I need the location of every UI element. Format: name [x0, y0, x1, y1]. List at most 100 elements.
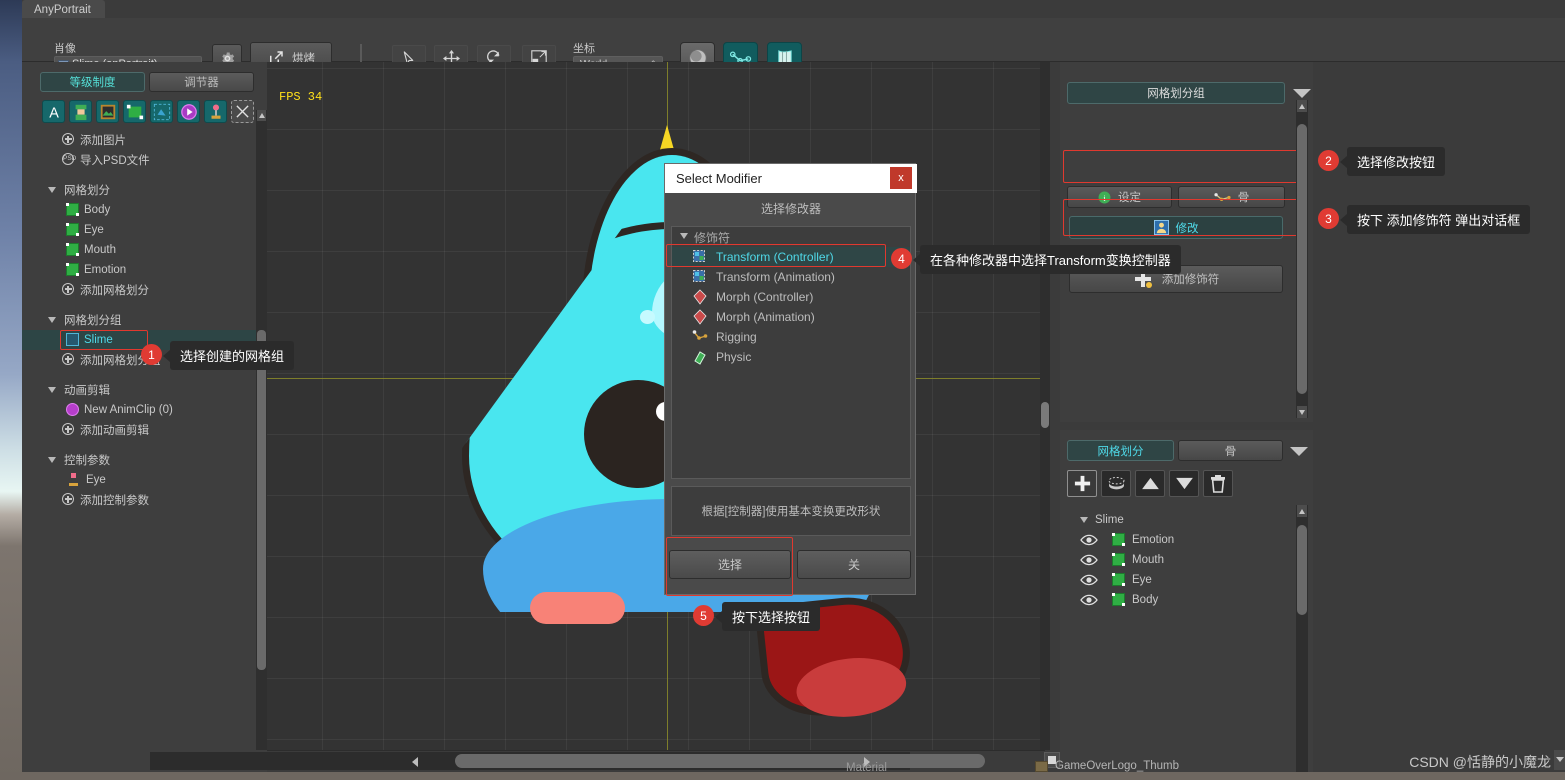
eye-icon[interactable]	[1080, 534, 1098, 546]
mesh-list-item[interactable]: Eye	[1060, 570, 1313, 590]
tree-item[interactable]: Emotion	[22, 260, 267, 280]
bone-tab-button[interactable]: 骨	[1178, 186, 1285, 208]
info-icon: i	[1098, 191, 1111, 203]
triangle-icon[interactable]	[1080, 517, 1088, 523]
tree-item[interactable]: 动画剪辑	[22, 380, 267, 400]
duplicate-button[interactable]	[1101, 470, 1131, 497]
tree-item-label: New AnimClip (0)	[84, 404, 173, 416]
mesh-list-item[interactable]: Body	[1060, 590, 1313, 610]
tab-bone-list[interactable]: 骨	[1178, 440, 1283, 461]
chevron-down-icon[interactable]	[1554, 750, 1565, 770]
dialog-select-button[interactable]: 选择	[669, 550, 791, 579]
tree-item[interactable]: 控制参数	[22, 450, 267, 470]
close-icon[interactable]: x	[890, 167, 912, 189]
meshgroup-icon[interactable]	[150, 100, 173, 123]
image-icon[interactable]	[96, 100, 119, 123]
tree-item[interactable]: PSD 导入PSD文件	[22, 150, 267, 170]
scroll-up-icon[interactable]	[1297, 505, 1307, 517]
hierarchy-scrollbar[interactable]	[256, 110, 267, 750]
tree-item[interactable]: 网格划分组	[22, 310, 267, 330]
tree-item-label: 动画剪辑	[64, 385, 110, 397]
tree-item-label: Body	[84, 204, 111, 216]
mesh-list-item[interactable]: Mouth	[1060, 550, 1313, 570]
scroll-left-icon[interactable]	[412, 757, 418, 767]
modifier-tab-button[interactable]: 修改	[1069, 216, 1283, 239]
modifier-list-item[interactable]: Morph (Controller)	[672, 287, 910, 307]
settings-tab-button[interactable]: i 设定	[1067, 186, 1172, 208]
modifier-list-item[interactable]: Physic	[672, 347, 910, 367]
text-icon[interactable]: A	[42, 100, 65, 123]
close-icon[interactable]	[231, 100, 254, 123]
modifier-description: 根据[控制器]使用基本变换更改形状	[671, 486, 911, 536]
mesh-list-toolbar	[1067, 470, 1233, 497]
scroll-thumb[interactable]	[1041, 402, 1049, 428]
viewport-horizontal-scrollbar[interactable]	[150, 752, 985, 770]
scroll-thumb[interactable]	[455, 754, 985, 768]
delete-button[interactable]	[1203, 470, 1233, 497]
tree-item[interactable]: Eye	[22, 220, 267, 240]
modifier-list-item[interactable]: Transform (Controller)	[672, 247, 910, 267]
tab-hierarchy[interactable]: 等级制度	[40, 72, 145, 92]
modifier-list-item[interactable]: Morph (Animation)	[672, 307, 910, 327]
rigging-icon	[692, 329, 708, 345]
animation-icon[interactable]	[177, 100, 200, 123]
properties-scrollbar[interactable]	[1296, 100, 1308, 418]
meshgroup-properties-panel: 网格划分组 i 设定 骨 修改 添加修饰符	[1060, 62, 1313, 422]
dialog-title: Select Modifier	[665, 164, 917, 193]
eye-icon[interactable]	[1080, 554, 1098, 566]
eye-icon[interactable]	[1080, 594, 1098, 606]
viewport[interactable]: FPS 34	[267, 62, 1045, 750]
viewport-vertical-scrollbar[interactable]	[1040, 62, 1050, 750]
move-down-button[interactable]	[1169, 470, 1199, 497]
scroll-down-icon[interactable]	[1297, 406, 1307, 418]
tree-item[interactable]: 网格划分	[22, 180, 267, 200]
modifier-list-item[interactable]: Transform (Animation)	[672, 267, 910, 287]
asset-thumb-text: GameOverLogo_Thumb	[1055, 760, 1180, 772]
character-icon[interactable]	[69, 100, 92, 123]
window-tab-anyportrait[interactable]: AnyPortrait	[22, 0, 105, 18]
arrow-down-icon	[1175, 477, 1193, 490]
tab-mesh-list[interactable]: 网格划分	[1067, 440, 1174, 461]
mesh-icon	[66, 263, 79, 276]
scroll-thumb[interactable]	[1297, 124, 1307, 394]
eye-icon[interactable]	[1080, 574, 1098, 586]
modifier-item-label: Rigging	[716, 330, 757, 344]
tab-regulator[interactable]: 调节器	[149, 72, 254, 92]
slime-highlight-small	[640, 310, 655, 324]
mesh-list-root[interactable]: Slime	[1060, 510, 1313, 530]
tree-item[interactable]: 添加网格划分	[22, 280, 267, 300]
tree-item[interactable]: 添加动画剪辑	[22, 420, 267, 440]
chevron-down-icon[interactable]	[1290, 447, 1308, 456]
tree-item[interactable]: Body	[22, 200, 267, 220]
annotation-text-5: 按下选择按钮	[714, 602, 821, 631]
scroll-up-icon[interactable]	[1297, 100, 1307, 112]
mesh-list-item[interactable]: Emotion	[1060, 530, 1313, 550]
modifier-list[interactable]: 修饰符 Transform (Controller) Transform (Anim…	[671, 226, 911, 479]
tree-item[interactable]: 添加图片	[22, 130, 267, 150]
triangle-icon[interactable]	[48, 317, 56, 323]
select-modifier-dialog[interactable]: Select Modifier x 选择修改器 修饰符 Transform (Co…	[664, 163, 917, 595]
mesh-list-scrollbar[interactable]	[1296, 505, 1308, 780]
triangle-icon[interactable]	[680, 233, 688, 239]
triangle-icon[interactable]	[48, 457, 56, 463]
triangle-icon[interactable]	[48, 187, 56, 193]
tree-item[interactable]: New AnimClip (0)	[22, 400, 267, 420]
move-up-button[interactable]	[1135, 470, 1165, 497]
modifier-list-item[interactable]: Rigging	[672, 327, 910, 347]
tree-item[interactable]: Mouth	[22, 240, 267, 260]
portrait-label: 肖像	[54, 43, 76, 55]
mesh-icon[interactable]	[123, 100, 146, 123]
dialog-close-button[interactable]: 关	[797, 550, 911, 579]
add-button[interactable]	[1067, 470, 1097, 497]
plus-circle-icon	[62, 283, 74, 295]
scroll-thumb[interactable]	[257, 330, 266, 670]
plus-circle-icon	[62, 353, 74, 365]
controlparam-icon[interactable]	[204, 100, 227, 123]
triangle-icon[interactable]	[48, 387, 56, 393]
scroll-up-icon[interactable]	[257, 110, 266, 121]
tree-item[interactable]: Eye	[22, 470, 267, 490]
scroll-thumb[interactable]	[1297, 525, 1307, 615]
tree-item[interactable]: 添加控制参数	[22, 490, 267, 510]
chevron-down-icon[interactable]	[1293, 89, 1311, 98]
tree-item-label: 添加网格划分	[80, 285, 149, 297]
